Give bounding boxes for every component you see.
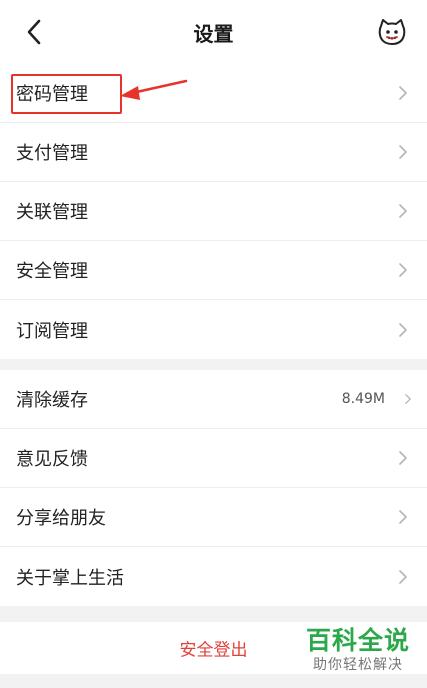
chevron-right-icon bbox=[399, 86, 407, 100]
settings-item-label: 支付管理 bbox=[16, 143, 88, 164]
settings-item-clear-cache[interactable]: 清除缓存 8.49M bbox=[0, 370, 427, 429]
header-bar: 设置 bbox=[0, 0, 427, 64]
settings-item-subscription[interactable]: 订阅管理 bbox=[0, 300, 427, 359]
settings-item-about[interactable]: 关于掌上生活 bbox=[0, 547, 427, 606]
chevron-right-icon bbox=[399, 451, 407, 465]
cache-size-value: 8.49M bbox=[341, 391, 385, 407]
settings-item-label: 分享给朋友 bbox=[16, 508, 106, 529]
settings-item-linked[interactable]: 关联管理 bbox=[0, 182, 427, 241]
annotation-arrow-icon bbox=[120, 79, 188, 100]
chevron-right-icon bbox=[399, 263, 407, 277]
settings-item-label: 意见反馈 bbox=[16, 449, 88, 470]
settings-item-payment[interactable]: 支付管理 bbox=[0, 123, 427, 182]
settings-page: 设置 密码管理 支付管理 关联管理 安全管理 订阅管理 清除缓存 8.49M 意… bbox=[0, 0, 427, 688]
chevron-right-icon bbox=[399, 145, 407, 159]
chevron-right-icon bbox=[405, 394, 411, 404]
settings-item-label: 关于掌上生活 bbox=[16, 567, 124, 589]
watermark: 百科全说 助你轻松解决 bbox=[298, 626, 418, 682]
settings-item-share[interactable]: 分享给朋友 bbox=[0, 488, 427, 547]
annotation-highlight-box bbox=[11, 74, 122, 114]
chevron-right-icon bbox=[399, 204, 407, 218]
watermark-sub-text: 助你轻松解决 bbox=[313, 657, 403, 673]
settings-item-label: 安全管理 bbox=[16, 261, 88, 282]
chevron-right-icon bbox=[399, 569, 407, 584]
settings-item-feedback[interactable]: 意见反馈 bbox=[0, 429, 427, 488]
watermark-main-text: 百科全说 bbox=[305, 626, 410, 655]
settings-item-label: 清除缓存 bbox=[16, 390, 88, 411]
settings-item-security[interactable]: 安全管理 bbox=[0, 241, 427, 300]
mascot-button[interactable] bbox=[377, 17, 407, 47]
chevron-right-icon bbox=[399, 510, 407, 524]
settings-item-label: 关联管理 bbox=[16, 202, 88, 223]
chevron-right-icon bbox=[399, 322, 407, 337]
settings-item-label: 订阅管理 bbox=[16, 320, 88, 342]
cat-mascot-icon bbox=[378, 19, 406, 45]
page-title: 设置 bbox=[193, 22, 234, 46]
settings-group-general: 清除缓存 8.49M 意见反馈 分享给朋友 关于掌上生活 bbox=[0, 370, 427, 606]
